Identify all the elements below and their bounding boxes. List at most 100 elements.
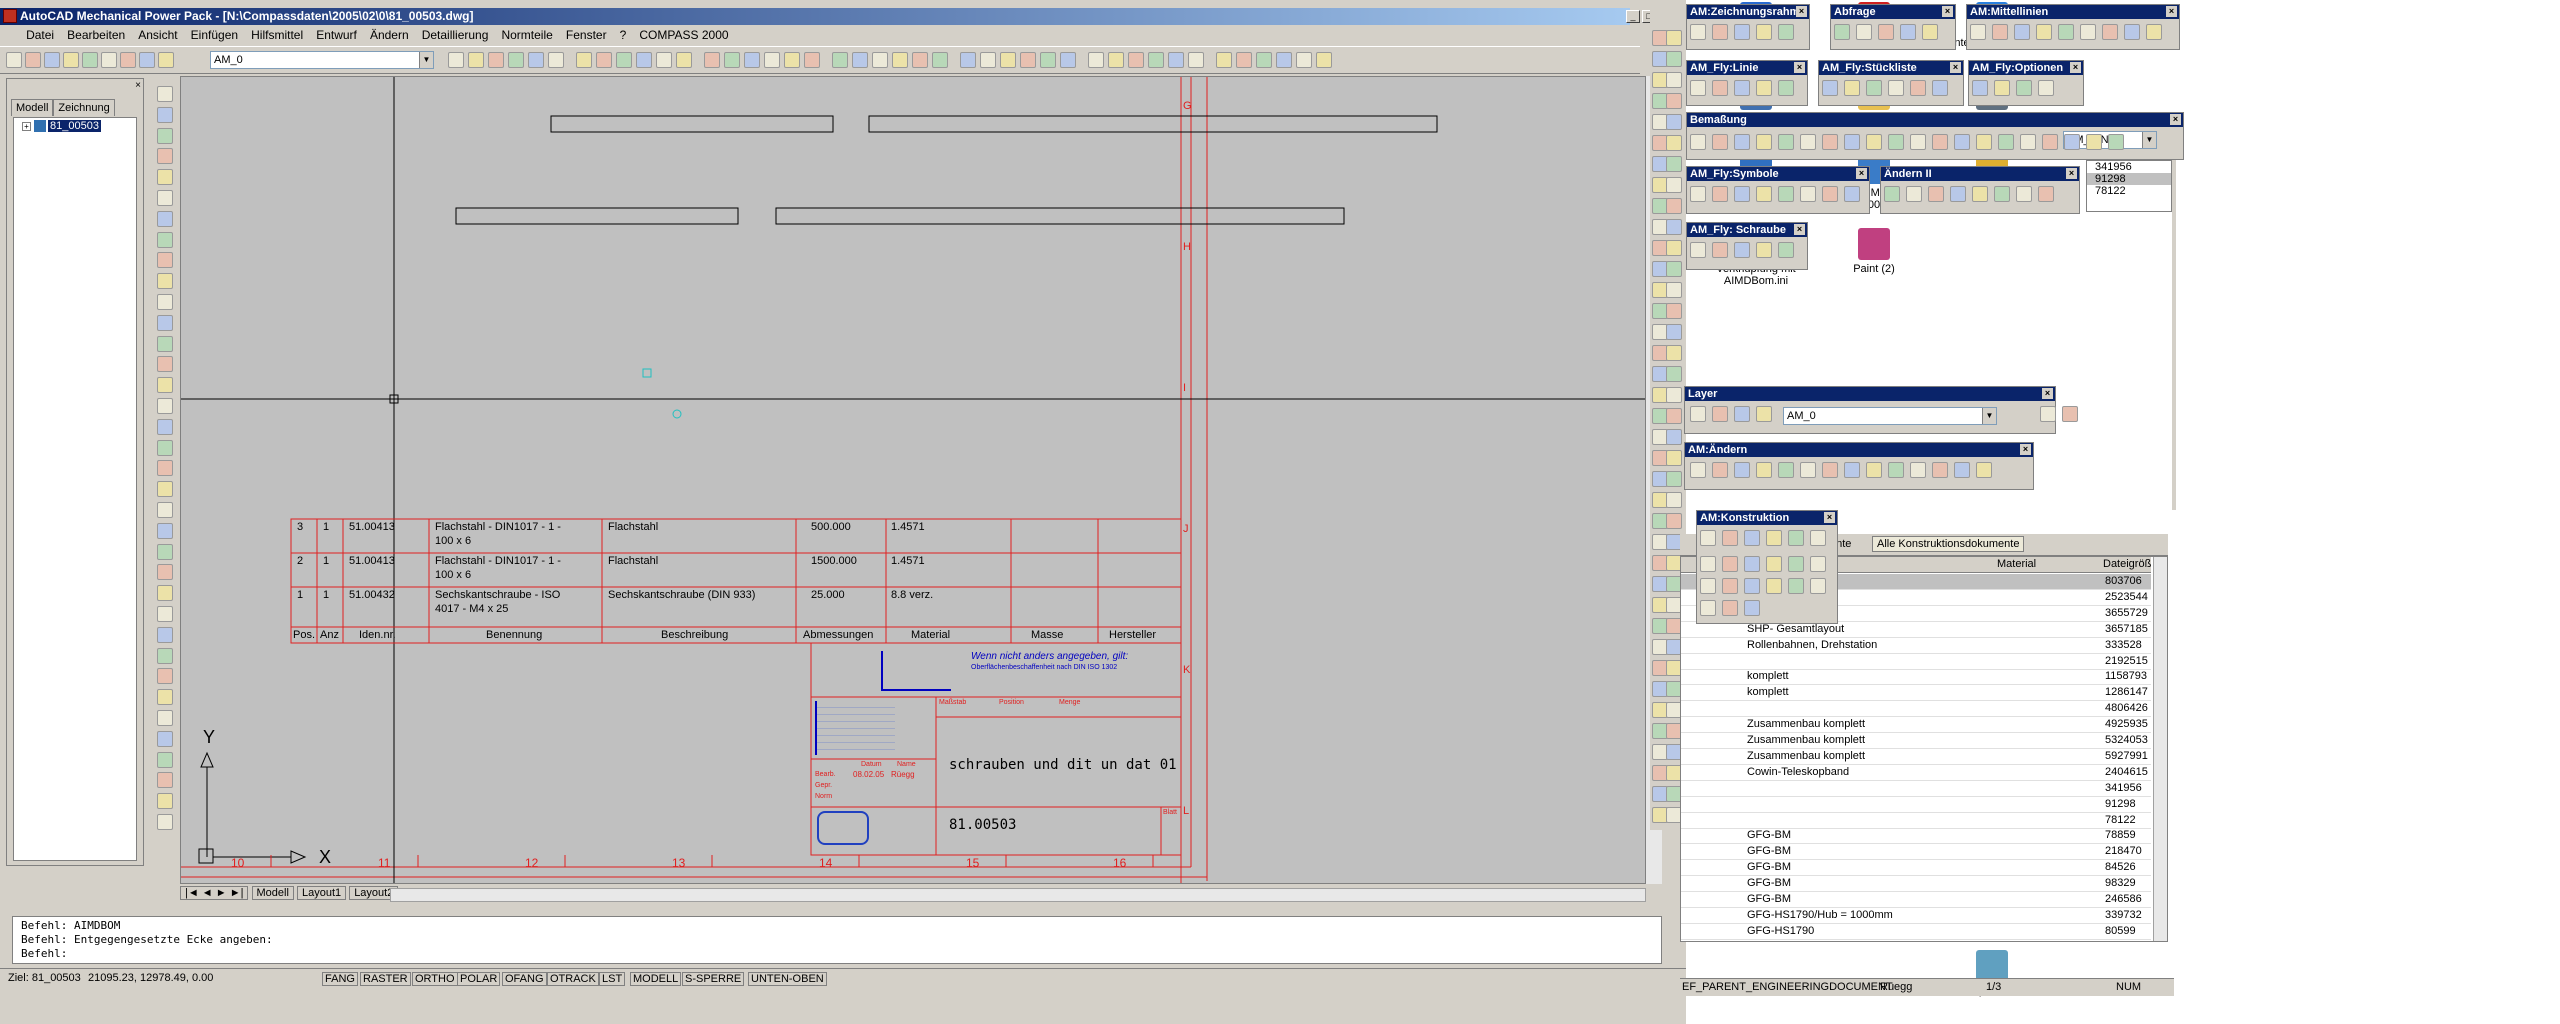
palette-tool-icon[interactable] bbox=[2016, 80, 2032, 96]
toolbar-tool-icon[interactable] bbox=[63, 52, 79, 68]
palette-tool-icon[interactable] bbox=[2038, 186, 2054, 202]
palette-tool-icon[interactable] bbox=[2038, 80, 2054, 96]
palette-tool-icon[interactable] bbox=[1756, 24, 1772, 40]
palette-tool-icon[interactable] bbox=[1884, 186, 1900, 202]
doc-table-vscroll[interactable] bbox=[2153, 557, 2167, 941]
palette-tool-icon[interactable] bbox=[2080, 24, 2096, 40]
palette-tool-icon[interactable] bbox=[1690, 406, 1706, 422]
menu-hilfsmittel[interactable]: Hilfsmittel bbox=[246, 26, 308, 44]
draw-tool-icon[interactable] bbox=[157, 626, 173, 643]
doc-table-row[interactable]: Zusammenbau komplett 5927991 bbox=[1681, 749, 2151, 765]
palette-tool-icon[interactable] bbox=[1766, 556, 1782, 572]
palette-tool-icon[interactable] bbox=[1844, 134, 1860, 150]
palette-tool-icon[interactable] bbox=[1766, 578, 1782, 594]
toolbar-tool-icon[interactable] bbox=[528, 52, 544, 68]
tree-root-item[interactable]: 81_00503 bbox=[48, 120, 101, 132]
close-icon[interactable]: × bbox=[2166, 6, 2177, 17]
close-icon[interactable]: × bbox=[1794, 62, 1805, 73]
palette-tool-icon[interactable] bbox=[1690, 242, 1706, 258]
palette-tool-icon[interactable] bbox=[1932, 462, 1948, 478]
status-toggle-modell[interactable]: MODELL bbox=[630, 972, 682, 986]
menu-einfuegen[interactable]: Einfügen bbox=[186, 26, 243, 44]
palette-tool-icon[interactable] bbox=[1844, 80, 1860, 96]
toolbar-tool-icon[interactable] bbox=[1128, 52, 1144, 68]
palette-tool-icon[interactable] bbox=[1712, 462, 1728, 478]
doc-table-row[interactable]: komplett 1286147 bbox=[1681, 685, 2151, 702]
modify-tool-icon[interactable] bbox=[1666, 345, 1682, 361]
close-icon[interactable]: × bbox=[2170, 114, 2181, 125]
palette-tool-icon[interactable] bbox=[1734, 462, 1750, 478]
status-toggle-fang[interactable]: FANG bbox=[322, 972, 358, 986]
toolbar-tool-icon[interactable] bbox=[1276, 52, 1292, 68]
draw-tool-icon[interactable] bbox=[157, 481, 173, 498]
toolbar-tool-icon[interactable] bbox=[1148, 52, 1164, 68]
palette-tool-icon[interactable] bbox=[1976, 134, 1992, 150]
toolbar-tool-icon[interactable] bbox=[139, 52, 155, 68]
close-icon[interactable]: × bbox=[1942, 6, 1953, 17]
toolbar-tool-icon[interactable] bbox=[1256, 52, 1272, 68]
doc-table-row[interactable]: 4806426 bbox=[1681, 701, 2151, 718]
palette-tool-icon[interactable] bbox=[1910, 462, 1926, 478]
draw-tool-icon[interactable] bbox=[157, 169, 173, 186]
toolbar-tool-icon[interactable] bbox=[44, 52, 60, 68]
doc-table-row[interactable]: 91298 bbox=[1681, 797, 2151, 813]
palette-tool-icon[interactable] bbox=[1888, 80, 1904, 96]
draw-tool-icon[interactable] bbox=[157, 398, 173, 414]
palette-tool-icon[interactable] bbox=[1822, 134, 1838, 150]
palette-tool-icon[interactable] bbox=[1910, 80, 1926, 96]
toolbar-tool-icon[interactable] bbox=[912, 52, 928, 68]
doc-table-row[interactable]: 78122 bbox=[1681, 813, 2151, 829]
palette-tool-icon[interactable] bbox=[1834, 24, 1850, 40]
draw-tool-icon[interactable] bbox=[157, 460, 173, 477]
toolbar-tool-icon[interactable] bbox=[1000, 52, 1016, 68]
draw-tool-icon[interactable] bbox=[157, 127, 173, 144]
palette-tool-icon[interactable] bbox=[1734, 24, 1750, 40]
status-toggle-otrack[interactable]: OTRACK bbox=[547, 972, 599, 986]
draw-tool-icon[interactable] bbox=[157, 252, 173, 269]
menu-icon[interactable] bbox=[0, 28, 18, 42]
toolbar-tool-icon[interactable] bbox=[596, 52, 612, 68]
modify-tool-icon[interactable] bbox=[1666, 366, 1682, 382]
palette-tool-icon[interactable] bbox=[1712, 134, 1728, 150]
draw-tool-icon[interactable] bbox=[157, 751, 173, 768]
draw-tool-icon[interactable] bbox=[157, 106, 173, 123]
toolbar-tool-icon[interactable] bbox=[616, 52, 632, 68]
palette-tool-icon[interactable] bbox=[1928, 186, 1944, 202]
chevron-down-icon[interactable]: ▼ bbox=[1982, 408, 1996, 424]
palette-tool-icon[interactable] bbox=[1734, 80, 1750, 96]
palette-tool-icon[interactable] bbox=[1690, 186, 1706, 202]
status-toggle-ofang[interactable]: OFANG bbox=[502, 972, 547, 986]
palette-tool-icon[interactable] bbox=[1734, 406, 1750, 422]
toolbar-tool-icon[interactable] bbox=[764, 52, 780, 68]
palette-tool-icon[interactable] bbox=[1866, 134, 1882, 150]
tab-zeichnung[interactable]: Zeichnung bbox=[53, 99, 115, 116]
palette-tool-icon[interactable] bbox=[1778, 134, 1794, 150]
palette-tool-icon[interactable] bbox=[1712, 406, 1728, 422]
palette-tool-icon[interactable] bbox=[1778, 186, 1794, 202]
palette-tool-icon[interactable] bbox=[2040, 406, 2056, 422]
palette-tool-icon[interactable] bbox=[2124, 24, 2140, 40]
menu-fenster[interactable]: Fenster bbox=[561, 26, 612, 44]
palette-tool-icon[interactable] bbox=[1778, 80, 1794, 96]
modify-tool-icon[interactable] bbox=[1666, 135, 1682, 151]
tab-modell[interactable]: Modell bbox=[11, 99, 54, 116]
toolbar-tool-icon[interactable] bbox=[832, 52, 848, 68]
draw-tool-icon[interactable] bbox=[157, 522, 173, 539]
draw-tool-icon[interactable] bbox=[157, 689, 173, 706]
palette-tool-icon[interactable] bbox=[1844, 462, 1860, 478]
toolbar-tool-icon[interactable] bbox=[508, 52, 524, 68]
palette-tool-icon[interactable] bbox=[1690, 24, 1706, 40]
toolbar-tool-icon[interactable] bbox=[704, 52, 720, 68]
toolbar-tool-icon[interactable] bbox=[872, 52, 888, 68]
palette-tool-icon[interactable] bbox=[1756, 134, 1772, 150]
draw-tool-icon[interactable] bbox=[157, 190, 173, 206]
doc-table-row[interactable]: Zusammenbau komplett 4925935 bbox=[1681, 717, 2151, 734]
desktop-icon[interactable]: Paint (2) bbox=[1820, 228, 1928, 275]
drawing-hscroll[interactable] bbox=[390, 888, 1646, 902]
drawing-area[interactable]: G H I J K L 10 11 12 13 14 15 16 3 1 51.00413 Flachstah… bbox=[180, 76, 1646, 884]
doc-table-row[interactable]: GFG-HS1790 80599 bbox=[1681, 924, 2151, 940]
modify-tool-icon[interactable] bbox=[1666, 450, 1682, 466]
layer-combo-palette[interactable]: AM_0 ▼ bbox=[1783, 407, 1997, 425]
palette-tool-icon[interactable] bbox=[1700, 600, 1716, 616]
palette-tool-icon[interactable] bbox=[2016, 186, 2032, 202]
